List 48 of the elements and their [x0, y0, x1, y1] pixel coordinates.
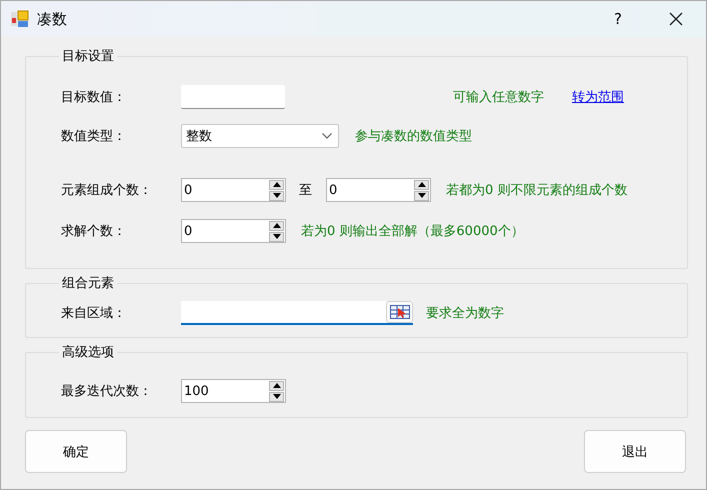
caret-icon	[322, 133, 332, 139]
field-label: 数值类型：	[61, 128, 127, 145]
value-type-dropdown[interactable]: 整数	[181, 124, 339, 148]
range-picker-button[interactable]	[386, 301, 413, 323]
down-arrow-icon	[418, 193, 426, 198]
group-title: 高级选项	[61, 344, 115, 361]
number-field[interactable]: 100	[181, 379, 286, 403]
spin-down-button[interactable]	[269, 232, 284, 242]
field-label: 元素组成个数：	[61, 182, 153, 199]
down-arrow-icon	[272, 394, 280, 399]
number-field[interactable]: 0	[181, 219, 286, 243]
spin-down-button[interactable]	[269, 392, 284, 402]
window-title: 凑数	[37, 10, 67, 28]
up-arrow-icon	[418, 182, 426, 187]
hint-text: 参与凑数的数值类型	[355, 128, 472, 145]
down-arrow-icon	[272, 193, 280, 198]
range-input-field[interactable]	[181, 301, 413, 325]
spin-up-button[interactable]	[269, 220, 284, 230]
spin-down-button[interactable]	[414, 190, 429, 200]
hint-text: 若为0 则输出全部解（最多60000个）	[301, 223, 524, 240]
field-label: 目标数值：	[61, 89, 127, 106]
up-arrow-icon	[272, 223, 280, 228]
close-icon[interactable]	[668, 11, 684, 27]
spin-up-button[interactable]	[269, 380, 284, 390]
spin-down-button[interactable]	[269, 190, 284, 200]
field-label: 求解个数：	[61, 223, 127, 240]
app-icon	[11, 10, 29, 28]
help-button[interactable]: ?	[588, 10, 648, 28]
group-title: 组合元素	[61, 275, 115, 292]
field-label: 最多迭代次数：	[61, 383, 153, 400]
field-label: 来自区域：	[61, 305, 127, 322]
up-arrow-icon	[272, 383, 280, 388]
range-select-icon	[390, 305, 410, 319]
target-value-field[interactable]	[181, 85, 285, 109]
dialog-button[interactable]: 退出	[584, 430, 686, 473]
up-arrow-icon	[272, 182, 280, 187]
number-field[interactable]: 0	[326, 178, 431, 202]
hint-text: 若都为0 则不限元素的组成个数	[446, 182, 628, 199]
hint-text: 要求全为数字	[426, 305, 504, 322]
range-link[interactable]: 转为范围	[572, 88, 624, 106]
spin-up-button[interactable]	[414, 180, 429, 190]
range-separator: 至	[299, 182, 312, 199]
dialog-button[interactable]: 确定	[25, 430, 127, 473]
hint-text: 可输入任意数字	[453, 89, 544, 106]
down-arrow-icon	[272, 234, 280, 239]
spin-up-button[interactable]	[269, 180, 284, 190]
group-title: 目标设置	[61, 48, 115, 65]
number-field[interactable]: 0	[181, 178, 286, 202]
